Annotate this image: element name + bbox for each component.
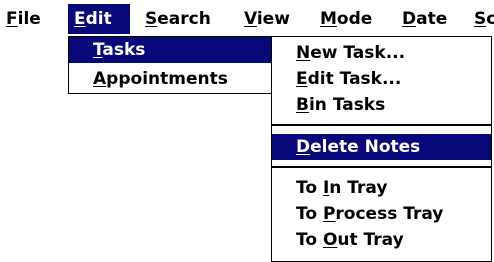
menu-date[interactable]: Date [396,4,453,34]
menu-truncated[interactable]: Sc [468,4,494,34]
tasks-menu-item-bin-tasks[interactable]: Bin Tasks [272,92,491,118]
edit-dropdown-menu: Tasks Appointments [68,36,272,94]
appointments-label: ppointments [106,69,228,89]
to-out-tray-accelerator: O [322,230,338,250]
tasks-menu-item-to-in-tray[interactable]: To In Tray [272,175,491,201]
tasks-menu-item-to-out-tray[interactable]: To Out Tray [272,227,491,253]
edit-menu-item-appointments[interactable]: Appointments [69,66,271,92]
tasks-menu-item-to-process-tray[interactable]: To Process Tray [272,201,491,227]
menu-truncated-label: c [486,9,494,29]
menu-edit-accelerator: E [74,9,86,29]
to-out-tray-label: ut Tray [337,230,404,250]
edit-menu-item-tasks[interactable]: Tasks [69,37,271,63]
new-task-label: ew Task... [310,43,406,63]
menu-file-accelerator: F [6,9,18,29]
menu-separator [272,124,491,126]
bin-tasks-accelerator: B [296,95,309,115]
menu-separator [272,166,491,168]
menu-mode[interactable]: Mode [314,4,378,34]
menu-truncated-accelerator: S [474,9,487,29]
menu-file[interactable]: File [0,4,47,34]
menu-date-label: ate [416,9,448,29]
to-process-tray-accelerator: P [322,204,336,224]
menu-mode-accelerator: M [320,9,337,29]
to-in-tray-label: n Tray [329,178,388,198]
tasks-menu-item-new-task[interactable]: New Task... [272,40,491,66]
edit-task-label: dit Task... [307,69,402,89]
tasks-menu-item-edit-task[interactable]: Edit Task... [272,66,491,92]
menu-bar: File Edit Search View Mode Date Sc [0,0,494,37]
menu-edit[interactable]: Edit [68,4,130,34]
to-process-tray-label: rocess Tray [335,204,444,224]
menu-view-label: iew [256,9,290,29]
menu-mode-label: ode [336,9,373,29]
menu-view-accelerator: V [244,9,257,29]
delete-notes-label: elete Notes [310,137,421,157]
menu-search-accelerator: S [145,9,158,29]
edit-task-accelerator: E [296,69,308,89]
menu-view[interactable]: View [238,4,296,34]
tasks-label: asks [102,40,146,60]
tasks-submenu: New Task... Edit Task... Bin Tasks Delet… [271,36,492,262]
menu-edit-label: dit [85,9,112,29]
tasks-accelerator: T [93,40,103,60]
delete-notes-accelerator: D [296,137,311,157]
menu-search[interactable]: Search [139,4,217,34]
to-in-tray-prefix: To [296,178,323,198]
menu-search-label: earch [157,9,211,29]
to-out-tray-prefix: To [296,230,323,250]
tasks-menu-item-delete-notes[interactable]: Delete Notes [272,134,491,160]
appointments-accelerator: A [93,69,107,89]
bin-tasks-label: in Tasks [308,95,386,115]
menu-file-label: ile [17,9,41,29]
menu-date-accelerator: D [402,9,417,29]
new-task-accelerator: N [296,43,311,63]
to-process-tray-prefix: To [296,204,323,224]
